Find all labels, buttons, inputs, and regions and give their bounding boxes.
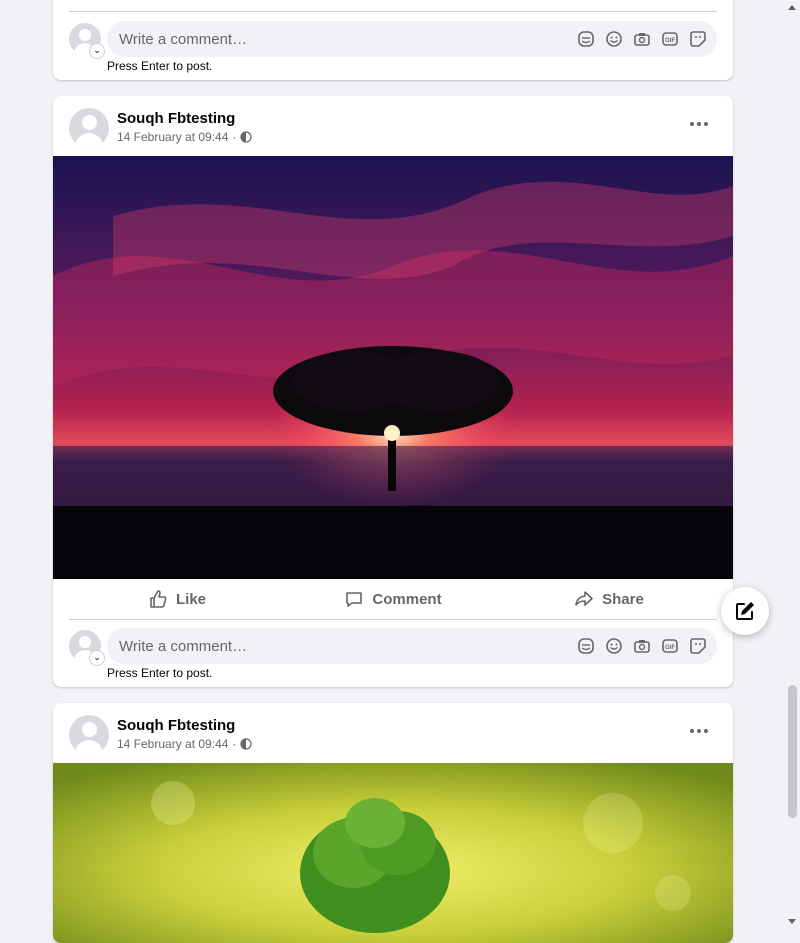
emoji-icon[interactable]	[603, 28, 625, 50]
comment-placeholder: Write a comment…	[119, 637, 248, 655]
divider	[69, 619, 717, 620]
more-options-icon[interactable]	[683, 114, 715, 134]
camera-icon[interactable]	[631, 28, 653, 50]
green-tree-photo[interactable]	[53, 763, 733, 943]
camera-icon[interactable]	[631, 635, 653, 657]
comment-icon	[346, 592, 363, 607]
svg-text:GIF: GIF	[665, 645, 675, 651]
chevron-down-icon: ⌄	[89, 43, 105, 59]
comment-row: ⌄ Write a comment… GIF	[69, 21, 717, 59]
avatar-sticker-icon[interactable]	[575, 635, 597, 657]
avatar-sticker-icon[interactable]	[575, 28, 597, 50]
share-label: Share	[602, 590, 644, 608]
scroll-down-arrow[interactable]	[788, 919, 796, 924]
like-button[interactable]: Like	[69, 579, 285, 619]
avatar[interactable]: ⌄	[69, 630, 105, 666]
press-enter-hint: Press Enter to post.	[107, 666, 213, 680]
meta-separator: ·	[232, 737, 237, 751]
post-header: Souqh Fbtesting 14 February at 09:44 ·	[69, 108, 717, 148]
page-scrollbar[interactable]	[785, 0, 800, 930]
post-timestamp[interactable]: 14 February at 09:44	[117, 130, 228, 144]
comment-placeholder: Write a comment…	[119, 30, 248, 48]
like-label: Like	[175, 590, 206, 608]
share-icon	[575, 591, 593, 606]
svg-text:GIF: GIF	[665, 38, 675, 44]
gif-icon[interactable]: GIF	[659, 635, 681, 657]
sticker-icon[interactable]	[687, 28, 709, 50]
compose-icon	[736, 602, 754, 620]
press-enter-hint: Press Enter to post.	[107, 59, 213, 73]
author-name[interactable]: Souqh Fbtesting	[117, 110, 235, 127]
gif-icon[interactable]: GIF	[659, 28, 681, 50]
author-avatar[interactable]	[69, 108, 109, 148]
comment-row: ⌄ Write a comment… GIF	[69, 628, 717, 666]
post-meta: 14 February at 09:44 ·	[117, 130, 253, 144]
post-actions: Like Comment Share	[69, 579, 717, 619]
meta-separator: ·	[232, 130, 237, 144]
globe-icon	[240, 131, 253, 143]
post-timestamp[interactable]: 14 February at 09:44	[117, 737, 228, 751]
comment-input[interactable]: Write a comment… GIF	[107, 628, 717, 664]
author-name[interactable]: Souqh Fbtesting	[117, 717, 235, 734]
chevron-down-icon: ⌄	[89, 650, 105, 666]
avatar[interactable]: ⌄	[69, 23, 105, 59]
new-message-button[interactable]	[721, 587, 769, 635]
globe-icon	[240, 738, 253, 750]
sunset-tree-photo[interactable]	[53, 156, 733, 579]
comment-label: Comment	[372, 590, 442, 608]
emoji-icon[interactable]	[603, 635, 625, 657]
share-button[interactable]: Share	[501, 579, 717, 619]
like-icon	[150, 590, 167, 608]
divider	[69, 11, 717, 12]
scrollbar-thumb[interactable]	[788, 685, 797, 818]
post-card-previous: ⌄ Write a comment… GIF Press Enter to po…	[53, 0, 733, 80]
post-meta: 14 February at 09:44 ·	[117, 737, 253, 751]
author-avatar[interactable]	[69, 715, 109, 755]
comment-button[interactable]: Comment	[285, 579, 501, 619]
more-options-icon[interactable]	[683, 721, 715, 741]
post-card: Souqh Fbtesting 14 February at 09:44 ·	[53, 703, 733, 943]
comment-input[interactable]: Write a comment… GIF	[107, 21, 717, 57]
sticker-icon[interactable]	[687, 635, 709, 657]
post-header: Souqh Fbtesting 14 February at 09:44 ·	[69, 715, 717, 755]
post-card: Souqh Fbtesting 14 February at 09:44 ·	[53, 96, 733, 687]
scroll-up-arrow[interactable]	[788, 5, 796, 10]
